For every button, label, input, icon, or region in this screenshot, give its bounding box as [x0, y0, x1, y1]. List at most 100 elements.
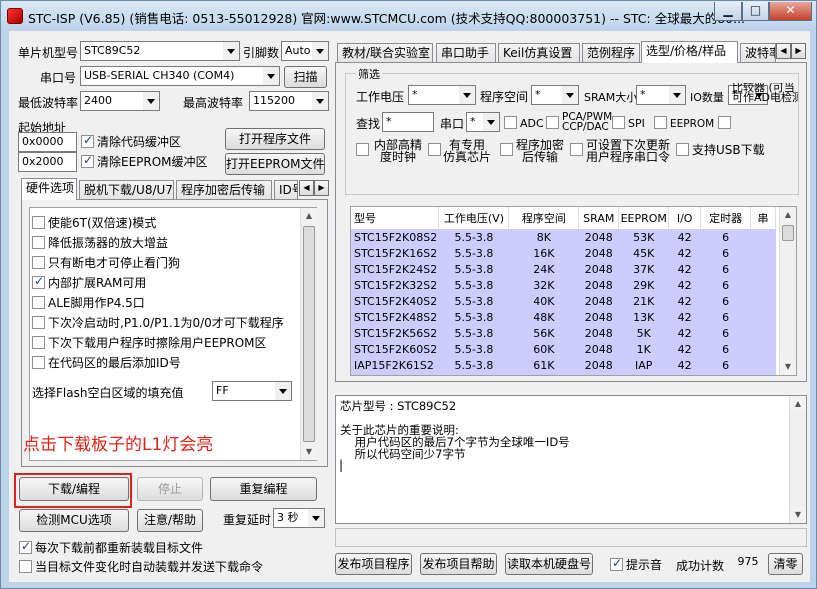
column-header[interactable]: 工作电压(V) [438, 207, 510, 229]
table-row[interactable]: STC15F2K16S2 5.5-3.8 16K 2048 45K 42 6 [351, 245, 776, 261]
scroll-thumb[interactable] [782, 225, 794, 241]
scroll-up-icon[interactable]: ▲ [790, 396, 806, 412]
download-program-button[interactable]: 下载/编程 [19, 477, 129, 501]
open-program-file-button[interactable]: 打开程序文件 [225, 128, 325, 150]
mcu-type-select[interactable]: STC89C52 [80, 41, 240, 61]
adc-checkbox[interactable]: ADC [504, 116, 544, 131]
option-checkbox[interactable]: 只有断电才可停止看门狗 [32, 256, 180, 270]
tab-scroll-right-button[interactable]: ▶ [791, 43, 806, 59]
maximize-button[interactable]: □ [742, 2, 769, 21]
pin-count-select[interactable]: Auto [281, 41, 329, 61]
repeat-program-button[interactable]: 重复编程 [210, 477, 317, 501]
auto-reload-checkbox[interactable]: 当目标文件变化时自动装载并发送下载命令 [19, 560, 263, 574]
sound-checkbox[interactable]: 提示音 [610, 556, 662, 572]
options-scrollbar[interactable]: ▲ ▼ [300, 208, 317, 460]
option-checkbox[interactable]: 在代码区的最后添加ID号 [32, 356, 181, 370]
table-scrollbar[interactable]: ▲ ▼ [779, 207, 796, 375]
option-checkbox[interactable]: 使能6T(双倍速)模式 [32, 216, 156, 230]
eeprom-checkbox[interactable]: EEPROM [654, 116, 714, 131]
tab-keil-emulation[interactable]: Keil仿真设置 [498, 43, 580, 63]
log-scrollbar[interactable]: ▲ ▼ [789, 396, 806, 523]
start-address-input-2[interactable]: 0x2000 [18, 152, 77, 172]
column-header[interactable]: EEPROM [618, 207, 670, 229]
close-button[interactable]: ✕ [769, 2, 812, 21]
scan-button[interactable]: 扫描 [284, 66, 327, 88]
scroll-thumb[interactable] [303, 226, 315, 442]
compare-ad-checkbox[interactable] [718, 116, 734, 130]
option-checkbox[interactable]: 下次冷启动时,P1.0/P1.1为0/0才可下载程序 [32, 316, 284, 330]
stop-button[interactable]: 停止 [137, 477, 203, 501]
voltage-select[interactable]: * [408, 85, 476, 105]
publish-project-button[interactable]: 发布项目程序 [335, 553, 412, 575]
set-port-checkbox[interactable] [570, 143, 586, 157]
column-header[interactable]: I/O [668, 207, 702, 229]
tab-encrypted-transfer[interactable]: 程序加密后传输 [176, 180, 272, 200]
log-text: 芯片型号 : STC89C52 关于此芯片的重要说明: 用户代码区的最后7个字节为… [340, 400, 570, 460]
clear-code-checkbox[interactable]: 清除代码缓冲区 [81, 133, 181, 149]
table-row[interactable]: STC15F2K48S2 5.5-3.8 48K 2048 13K 42 6 [351, 309, 776, 325]
table-row[interactable]: STC15F2K40S2 5.5-3.8 40K 2048 21K 42 6 [351, 293, 776, 309]
publish-help-button[interactable]: 发布项目帮助 [420, 553, 497, 575]
scroll-down-icon[interactable]: ▼ [790, 507, 806, 523]
table-row[interactable]: STC15F2K08S2 5.5-3.8 8K 2048 53K 42 6 [351, 229, 776, 245]
help-button[interactable]: 注意/帮助 [137, 509, 203, 532]
mcu-table[interactable]: 型号 工作电压(V) 程序空间 SRAM EEPROM I/O 定时器串 STC15F2K0… [350, 206, 797, 376]
table-row[interactable]: STC15F2K56S2 5.5-3.8 56K 2048 5K 42 6 [351, 325, 776, 341]
serial-port-select[interactable]: USB-SERIAL CH340 (COM4) [80, 66, 280, 86]
tab-scroll-left-button[interactable]: ◀ [299, 180, 314, 196]
min-baud-select[interactable]: 2400 [80, 91, 160, 111]
check-mcu-options-button[interactable]: 检测MCU选项 [19, 509, 129, 532]
clear-eeprom-checkbox[interactable]: 清除EEPROM缓冲区 [81, 153, 208, 169]
tab-example-programs[interactable]: 范例程序 [582, 43, 640, 63]
find-input[interactable]: * [382, 112, 434, 132]
output-log[interactable]: 芯片型号 : STC89C52 关于此芯片的重要说明: 用户代码区的最后7个字节为… [335, 395, 807, 524]
read-disk-id-button[interactable]: 读取本机硬盘号 [505, 553, 593, 575]
table-row[interactable]: IRC15F2K63S25.5-3.863.5K2048IAP426 [351, 373, 776, 375]
tab-id-number[interactable]: ID号 [274, 180, 298, 200]
column-header[interactable]: 串 [750, 207, 776, 229]
table-row[interactable]: STC15F2K32S2 5.5-3.8 32K 2048 29K 42 6 [351, 277, 776, 293]
open-eeprom-file-button[interactable]: 打开EEPROM文件 [225, 153, 325, 175]
column-header[interactable]: 程序空间 [508, 207, 580, 229]
table-row[interactable]: STC15F2K60S2 5.5-3.8 60K 2048 1K 42 6 [351, 341, 776, 357]
comparator-checkbox[interactable] [718, 83, 730, 97]
tab-scroll-right-button[interactable]: ▶ [314, 180, 329, 196]
clear-count-button[interactable]: 清零 [768, 553, 803, 575]
usb-download-checkbox[interactable]: 支持USB下载 [676, 143, 765, 157]
program-space-select[interactable]: * [531, 85, 579, 105]
max-baud-select[interactable]: 115200 [249, 91, 329, 111]
fill-value-select[interactable]: FF [212, 381, 292, 401]
tab-textbook-lab[interactable]: 教材/联合实验室 [337, 43, 433, 63]
pca-pwm-checkbox[interactable] [546, 116, 562, 130]
scroll-down-icon[interactable]: ▼ [780, 359, 796, 375]
encrypted-transfer-checkbox[interactable] [500, 143, 516, 157]
tab-serial-assistant[interactable]: 串口助手 [436, 43, 496, 63]
table-row[interactable]: IAP15F2K61S2 5.5-3.8 61K 2048 IAP 42 6 [351, 357, 776, 373]
column-header[interactable]: 型号 [351, 207, 440, 229]
tab-baud-rate[interactable]: 波特率 [740, 43, 776, 63]
tab-selection-price[interactable]: 选型/价格/样品 [641, 41, 738, 63]
spi-checkbox[interactable]: SPI [612, 116, 645, 131]
serial-count-select[interactable]: * [466, 112, 500, 132]
repeat-delay-select[interactable]: 3 秒 [273, 508, 325, 528]
minimize-button[interactable]: ▁ [714, 2, 742, 21]
scroll-up-icon[interactable]: ▲ [301, 208, 317, 224]
tab-hardware-options[interactable]: 硬件选项 [21, 178, 77, 200]
table-row[interactable]: STC15F2K24S2 5.5-3.8 24K 2048 37K 42 6 [351, 261, 776, 277]
checkbox-icon [19, 539, 32, 554]
dedicated-emulation-checkbox[interactable] [428, 143, 444, 157]
column-header[interactable]: SRAM [578, 207, 620, 229]
option-checkbox[interactable]: 下次下载用户程序时擦除用户EEPROM区 [32, 336, 267, 350]
option-checkbox[interactable]: 内部扩展RAM可用 [32, 274, 146, 290]
option-checkbox[interactable]: 降低振荡器的放大增益 [32, 236, 168, 250]
scroll-up-icon[interactable]: ▲ [780, 207, 796, 223]
tab-scroll-left-button[interactable]: ◀ [776, 43, 791, 59]
column-header[interactable]: 定时器 [700, 207, 752, 229]
tab-offline-download[interactable]: 脱机下载/U8/U7 [79, 180, 174, 200]
sram-size-select[interactable]: * [636, 85, 686, 105]
start-address-input-1[interactable]: 0x0000 [18, 132, 77, 152]
reload-before-download-checkbox[interactable]: 每次下载前都重新装载目标文件 [19, 539, 203, 555]
scroll-down-icon[interactable]: ▼ [301, 444, 317, 460]
option-checkbox[interactable]: ALE脚用作P4.5口 [32, 296, 145, 310]
hi-precision-clock-checkbox[interactable] [356, 143, 372, 157]
